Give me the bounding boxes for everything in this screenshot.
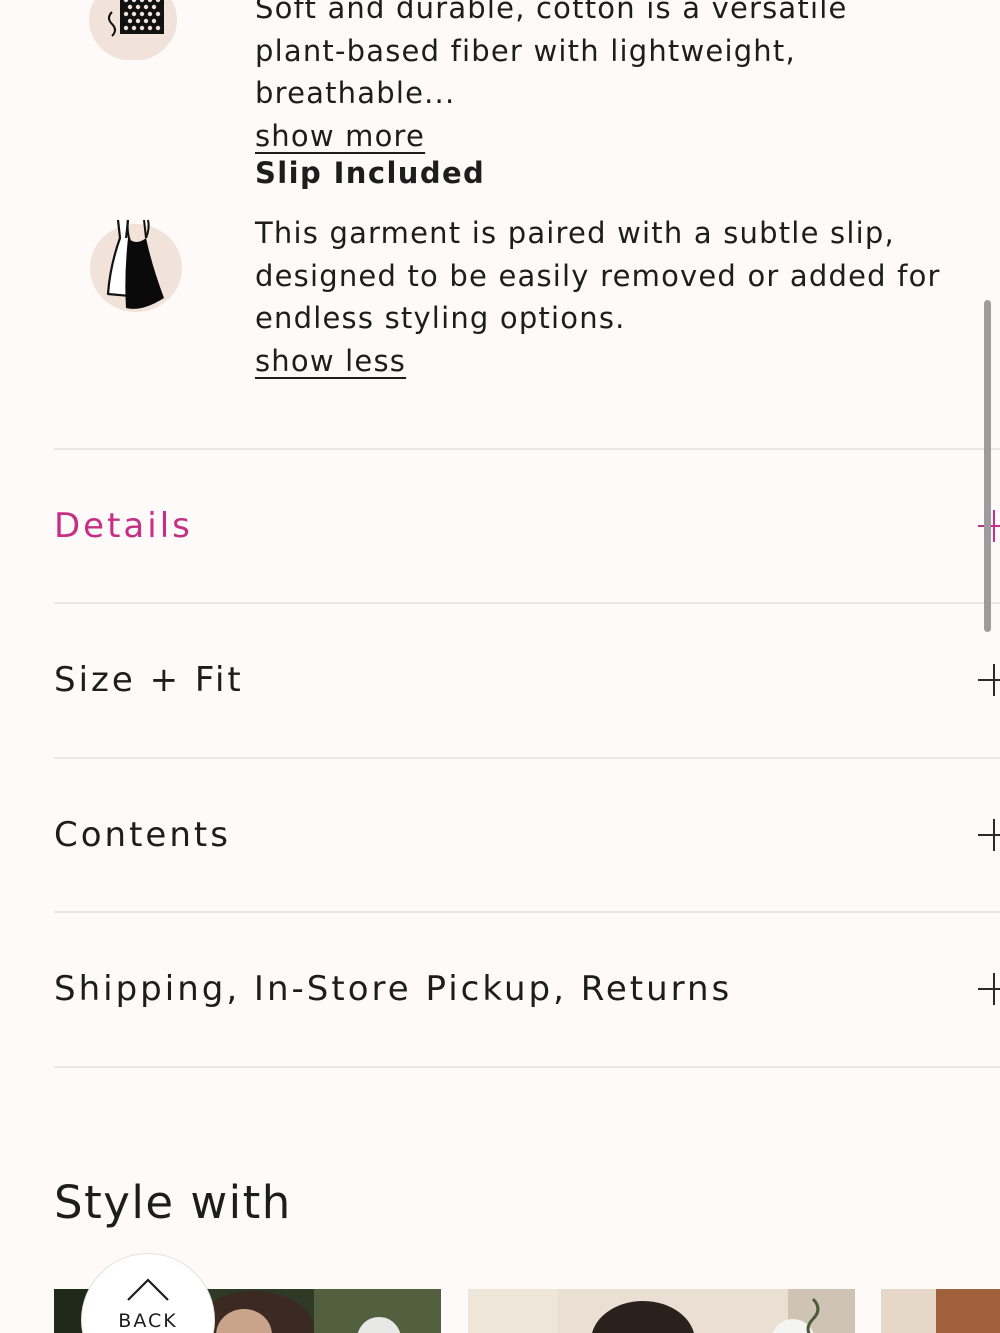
- divider: [54, 1066, 1000, 1068]
- accordion-size-fit-label: Size + Fit: [54, 660, 244, 700]
- accordion-details[interactable]: Details: [54, 450, 1000, 602]
- style-with-product-2[interactable]: [468, 1289, 855, 1333]
- accordion-contents-label: Contents: [54, 815, 231, 855]
- cotton-description: Soft and durable, cotton is a versatile …: [255, 0, 848, 110]
- accordion-shipping[interactable]: Shipping, In-Store Pickup, Returns: [54, 913, 1000, 1065]
- chevron-up-icon: [126, 1276, 170, 1302]
- scrollbar-thumb[interactable]: [984, 300, 991, 632]
- back-button-label: BACK: [118, 1310, 178, 1332]
- product-detail-page: Soft and durable, cotton is a versatile …: [0, 0, 1000, 1333]
- plus-icon: [978, 973, 1000, 1005]
- show-more-link[interactable]: show more: [255, 115, 425, 158]
- slip-description-block: This garment is paired with a subtle sli…: [255, 212, 945, 382]
- slip-included-title: Slip Included: [255, 156, 486, 190]
- accordion-shipping-label: Shipping, In-Store Pickup, Returns: [54, 969, 733, 1009]
- slip-description: This garment is paired with a subtle sli…: [255, 216, 941, 335]
- accordion-contents[interactable]: Contents: [54, 759, 1000, 911]
- plus-icon: [978, 664, 1000, 696]
- accordion-size-fit[interactable]: Size + Fit: [54, 604, 1000, 756]
- slip-dress-icon: [86, 216, 186, 316]
- fabric-swatch-icon: [86, 0, 186, 61]
- accordion-details-label: Details: [54, 506, 193, 546]
- show-less-link[interactable]: show less: [255, 340, 406, 383]
- style-with-product-3[interactable]: [881, 1289, 1000, 1333]
- style-with-heading: Style with: [54, 1176, 292, 1229]
- cotton-description-block: Soft and durable, cotton is a versatile …: [255, 0, 945, 157]
- back-to-top-button[interactable]: BACK: [82, 1254, 214, 1333]
- plus-icon: [978, 819, 1000, 851]
